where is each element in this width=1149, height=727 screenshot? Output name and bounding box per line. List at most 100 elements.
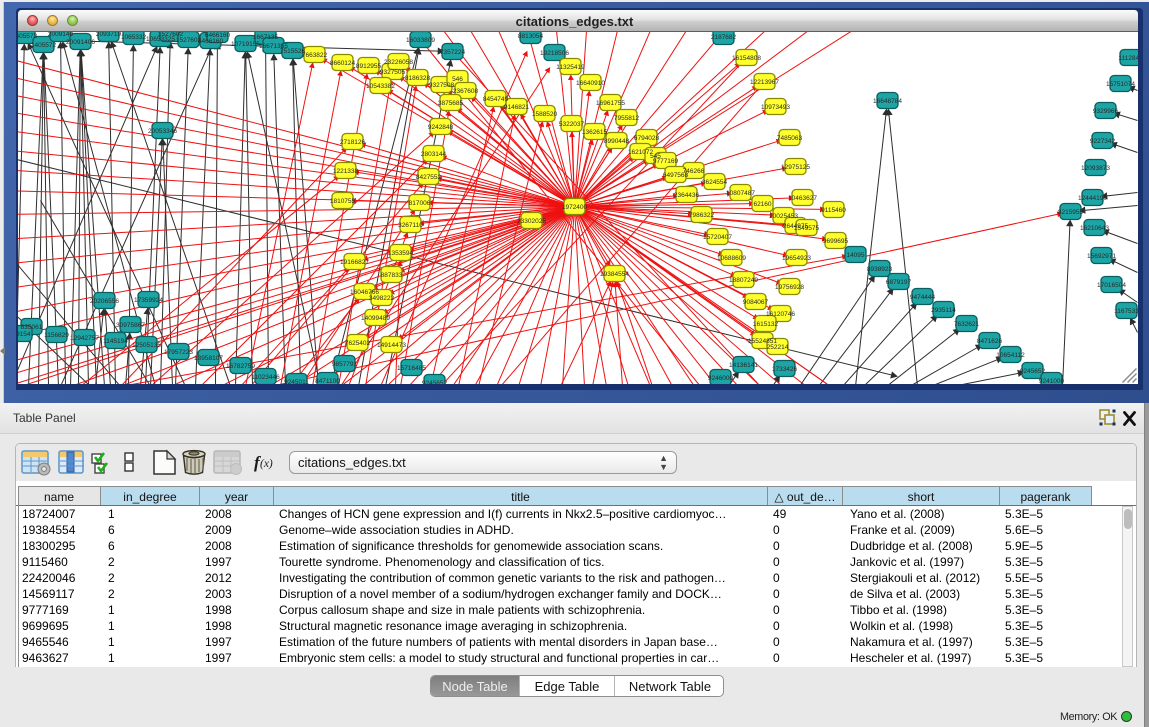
svg-text:17359924: 17359924 — [134, 297, 163, 304]
svg-text:(x): (x) — [260, 458, 273, 470]
svg-text:817006: 817006 — [408, 200, 430, 207]
svg-text:7986322: 7986322 — [688, 212, 714, 219]
svg-text:17957223: 17957223 — [164, 349, 193, 356]
svg-text:1972400: 1972400 — [561, 204, 587, 211]
svg-text:8813054: 8813054 — [517, 33, 543, 40]
svg-text:19654923: 19654923 — [782, 255, 811, 262]
svg-text:8471626: 8471626 — [976, 338, 1002, 345]
svg-text:19218506: 19218506 — [540, 50, 569, 57]
svg-text:9245652: 9245652 — [421, 380, 447, 384]
svg-text:16154808: 16154808 — [732, 55, 761, 62]
svg-text:16648784: 16648784 — [873, 98, 902, 105]
svg-text:12444190: 12444190 — [1078, 195, 1107, 202]
svg-text:8660124: 8660124 — [329, 60, 355, 67]
svg-text:7663822: 7663822 — [301, 52, 327, 59]
svg-text:10654112: 10654112 — [996, 352, 1025, 359]
svg-text:1145194: 1145194 — [103, 338, 128, 345]
svg-text:16640910: 16640910 — [576, 80, 605, 87]
svg-text:10719155: 10719155 — [231, 41, 260, 48]
svg-text:10543382: 10543382 — [366, 83, 395, 90]
svg-text:6466160: 6466160 — [204, 32, 230, 39]
svg-text:887833: 887833 — [380, 272, 402, 279]
svg-text:9246000: 9246000 — [707, 375, 733, 382]
svg-text:12093873: 12093873 — [1081, 165, 1110, 172]
svg-text:39154: 39154 — [18, 331, 31, 338]
svg-text:14914473: 14914473 — [377, 342, 406, 349]
svg-text:20206556: 20206556 — [90, 298, 119, 305]
svg-text:14095: 14095 — [846, 252, 864, 259]
svg-text:1065332: 1065332 — [120, 34, 146, 41]
svg-text:23226058: 23226058 — [384, 59, 413, 66]
svg-text:2367608: 2367608 — [452, 88, 478, 95]
svg-text:15751074: 15751074 — [1106, 81, 1135, 88]
svg-text:1362615: 1362615 — [581, 129, 607, 136]
svg-text:7955812: 7955812 — [613, 115, 639, 122]
svg-text:6794028: 6794028 — [633, 135, 659, 142]
svg-text:9777169: 9777169 — [652, 158, 678, 165]
svg-text:17016504: 17016504 — [1097, 282, 1126, 289]
svg-text:19166827: 19166827 — [340, 259, 369, 266]
svg-text:13958107: 13958107 — [194, 355, 223, 362]
svg-text:6497568: 6497568 — [662, 172, 688, 179]
svg-text:1353594: 1353594 — [387, 250, 413, 257]
svg-text:15692971: 15692971 — [1087, 253, 1116, 260]
svg-text:7357224: 7357224 — [439, 49, 465, 56]
svg-text:23302025: 23302025 — [517, 218, 546, 225]
svg-text:2803144: 2803144 — [420, 151, 446, 158]
svg-text:16210643: 16210643 — [1080, 225, 1109, 232]
svg-text:8990448: 8990448 — [603, 138, 629, 145]
svg-text:9329966: 9329966 — [1092, 108, 1118, 115]
svg-text:2187682: 2187682 — [710, 34, 736, 41]
svg-text:8186328: 8186328 — [404, 75, 430, 82]
svg-text:1588520: 1588520 — [531, 111, 557, 118]
svg-text:10463627: 10463627 — [788, 195, 817, 202]
svg-text:10688609: 10688609 — [717, 255, 746, 262]
svg-text:15716485: 15716485 — [397, 365, 426, 372]
svg-text:8912955: 8912955 — [355, 63, 381, 70]
svg-text:1167533: 1167533 — [1114, 308, 1138, 315]
svg-text:8427552: 8427552 — [415, 174, 441, 181]
svg-text:835061: 835061 — [20, 324, 42, 331]
svg-text:3624554: 3624554 — [701, 179, 727, 186]
svg-text:16782759: 16782759 — [226, 363, 255, 370]
svg-text:62160: 62160 — [753, 201, 771, 208]
svg-text:20053346: 20053346 — [148, 128, 177, 135]
svg-text:7485063: 7485063 — [776, 135, 802, 142]
svg-text:3267110: 3267110 — [398, 222, 423, 229]
svg-text:9699695: 9699695 — [822, 238, 848, 245]
svg-text:19384554: 19384554 — [600, 271, 629, 278]
svg-text:9327508: 9327508 — [428, 82, 454, 89]
svg-text:18807249: 18807249 — [729, 277, 758, 284]
svg-text:3498222: 3498222 — [368, 295, 394, 302]
svg-text:12975125: 12975125 — [781, 164, 810, 171]
svg-text:252214: 252214 — [766, 344, 788, 351]
svg-text:6879197: 6879197 — [885, 279, 911, 286]
svg-text:9474444: 9474444 — [909, 294, 935, 301]
svg-text:2364436: 2364436 — [673, 192, 699, 199]
svg-text:1549575: 1549575 — [793, 225, 819, 232]
svg-text:11023446: 11023446 — [251, 374, 280, 381]
svg-text:9227342: 9227342 — [1089, 138, 1115, 145]
svg-text:30975867: 30975867 — [116, 322, 145, 329]
svg-text:9245652: 9245652 — [1019, 368, 1045, 375]
svg-text:9146821: 9146821 — [503, 104, 529, 111]
svg-text:8938923: 8938923 — [866, 266, 892, 273]
svg-text:8454749: 8454749 — [482, 96, 508, 103]
svg-text:546: 546 — [452, 76, 463, 83]
svg-text:10807487: 10807487 — [726, 190, 755, 197]
svg-text:1221338: 1221338 — [332, 168, 358, 175]
svg-text:9241000: 9241000 — [1038, 378, 1064, 384]
svg-text:1667135: 1667135 — [252, 34, 278, 41]
svg-text:16120746: 16120746 — [766, 311, 795, 318]
svg-text:1615132: 1615132 — [752, 321, 778, 328]
svg-text:1810755: 1810755 — [329, 198, 355, 205]
svg-text:1405572: 1405572 — [30, 42, 56, 49]
svg-text:6466160: 6466160 — [197, 38, 223, 45]
svg-text:12505135: 12505135 — [132, 342, 161, 349]
svg-text:8471100: 8471100 — [315, 378, 340, 384]
svg-text:9242848: 9242848 — [427, 124, 453, 131]
svg-text:1112843: 1112843 — [1118, 55, 1138, 62]
svg-text:16033809: 16033809 — [406, 37, 435, 44]
svg-text:9115460: 9115460 — [821, 207, 846, 214]
svg-text:12942757: 12942757 — [70, 335, 99, 342]
